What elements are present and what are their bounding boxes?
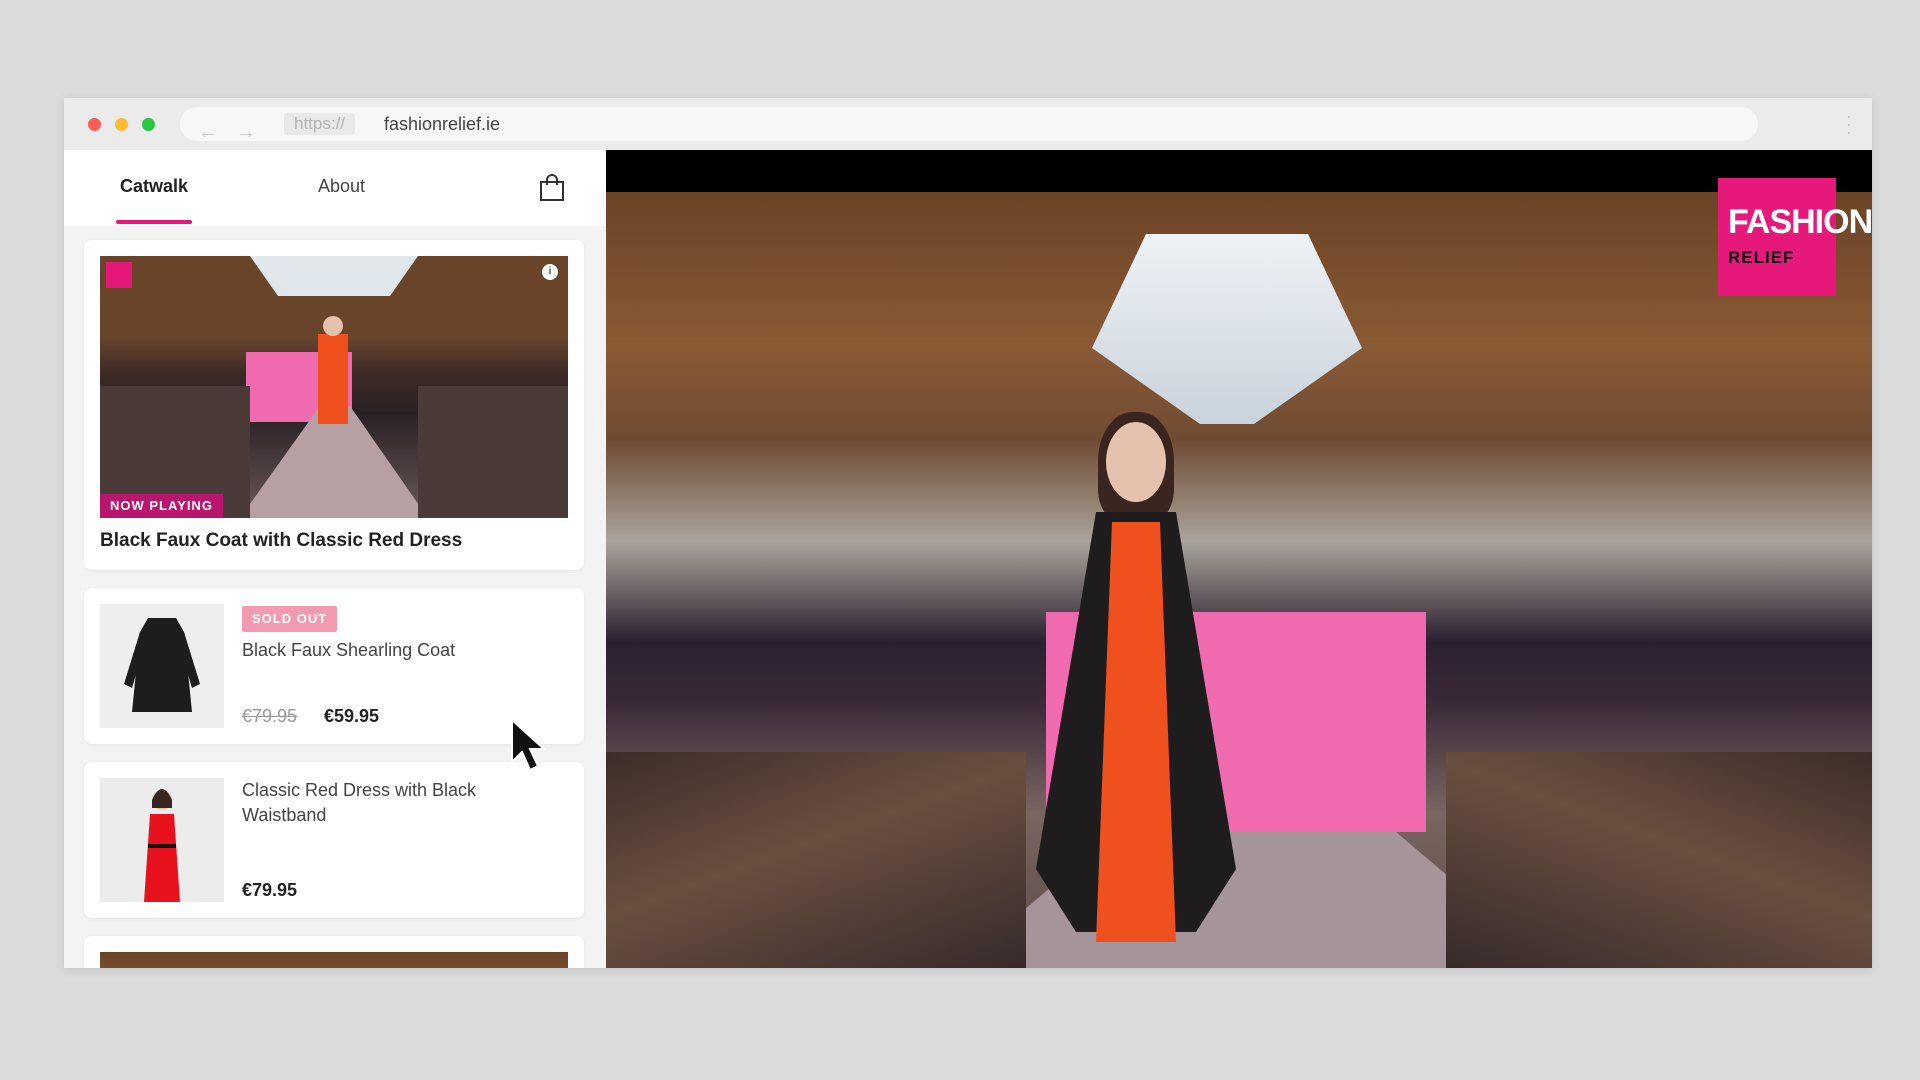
- next-item-thumbnail: [100, 952, 568, 968]
- tab-bar: Catwalk About: [64, 150, 606, 226]
- thumbnail-info-icon: i: [542, 264, 558, 280]
- thumbnail-logo-icon: [106, 262, 132, 288]
- product-card[interactable]: SOLD OUT Black Faux Shearling Coat €79.9…: [84, 588, 584, 744]
- video-player[interactable]: FASHION RELIEF: [606, 150, 1872, 968]
- audience-right: [1446, 752, 1872, 968]
- close-window-icon[interactable]: [88, 118, 101, 131]
- model-head: [1106, 422, 1166, 502]
- logo-line-2: RELIEF: [1728, 248, 1795, 267]
- coat-image: [124, 618, 200, 712]
- now-playing-card[interactable]: i NOW PLAYING Black Faux Coat with Class…: [84, 240, 584, 570]
- sidebar: Catwalk About i NOW PLAYING Black Faux C…: [64, 150, 606, 968]
- minimize-window-icon[interactable]: [115, 118, 128, 131]
- catwalk-thumbnail-image: [100, 256, 568, 518]
- logo-line-1: FASHION: [1728, 203, 1872, 241]
- product-image-dress: [100, 778, 224, 902]
- product-card[interactable]: Classic Red Dress with Black Waistband €…: [84, 762, 584, 918]
- active-tab-indicator: [116, 220, 192, 224]
- fashion-relief-logo: FASHION RELIEF: [1718, 178, 1872, 296]
- shopping-bag-icon[interactable]: [539, 174, 565, 202]
- now-playing-badge: NOW PLAYING: [100, 494, 223, 518]
- mouse-pointer-icon: [511, 718, 547, 772]
- forward-arrow-icon[interactable]: →: [236, 120, 256, 144]
- dress-image: [144, 789, 180, 902]
- catwalk-video-frame: [606, 192, 1872, 968]
- product-old-price: €79.95: [242, 706, 298, 726]
- product-card[interactable]: [84, 936, 584, 968]
- url-host[interactable]: fashionrelief.ie: [384, 111, 500, 137]
- now-playing-title: Black Faux Coat with Classic Red Dress: [100, 530, 463, 551]
- url-scheme: https://: [284, 113, 356, 135]
- back-arrow-icon[interactable]: ←: [198, 120, 218, 144]
- now-playing-thumbnail[interactable]: i NOW PLAYING: [100, 256, 568, 518]
- browser-menu-icon[interactable]: · · ·: [1844, 107, 1854, 141]
- product-price: €79.95: [242, 880, 298, 900]
- tab-about[interactable]: About: [318, 176, 365, 197]
- browser-window: ← → https:// fashionrelief.ie · · · Catwal…: [64, 98, 1872, 968]
- product-price: €59.95: [324, 706, 380, 726]
- product-title[interactable]: Classic Red Dress with Black Waistband: [242, 778, 562, 828]
- product-image-coat: [100, 604, 224, 728]
- product-title[interactable]: Black Faux Shearling Coat: [242, 638, 562, 663]
- sold-out-badge: SOLD OUT: [242, 606, 338, 632]
- browser-titlebar: ← → https:// fashionrelief.ie · · ·: [64, 98, 1872, 151]
- tab-catwalk[interactable]: Catwalk: [120, 176, 188, 197]
- skylight-shape: [1092, 234, 1362, 424]
- maximize-window-icon[interactable]: [142, 118, 155, 131]
- audience-left: [606, 752, 1026, 968]
